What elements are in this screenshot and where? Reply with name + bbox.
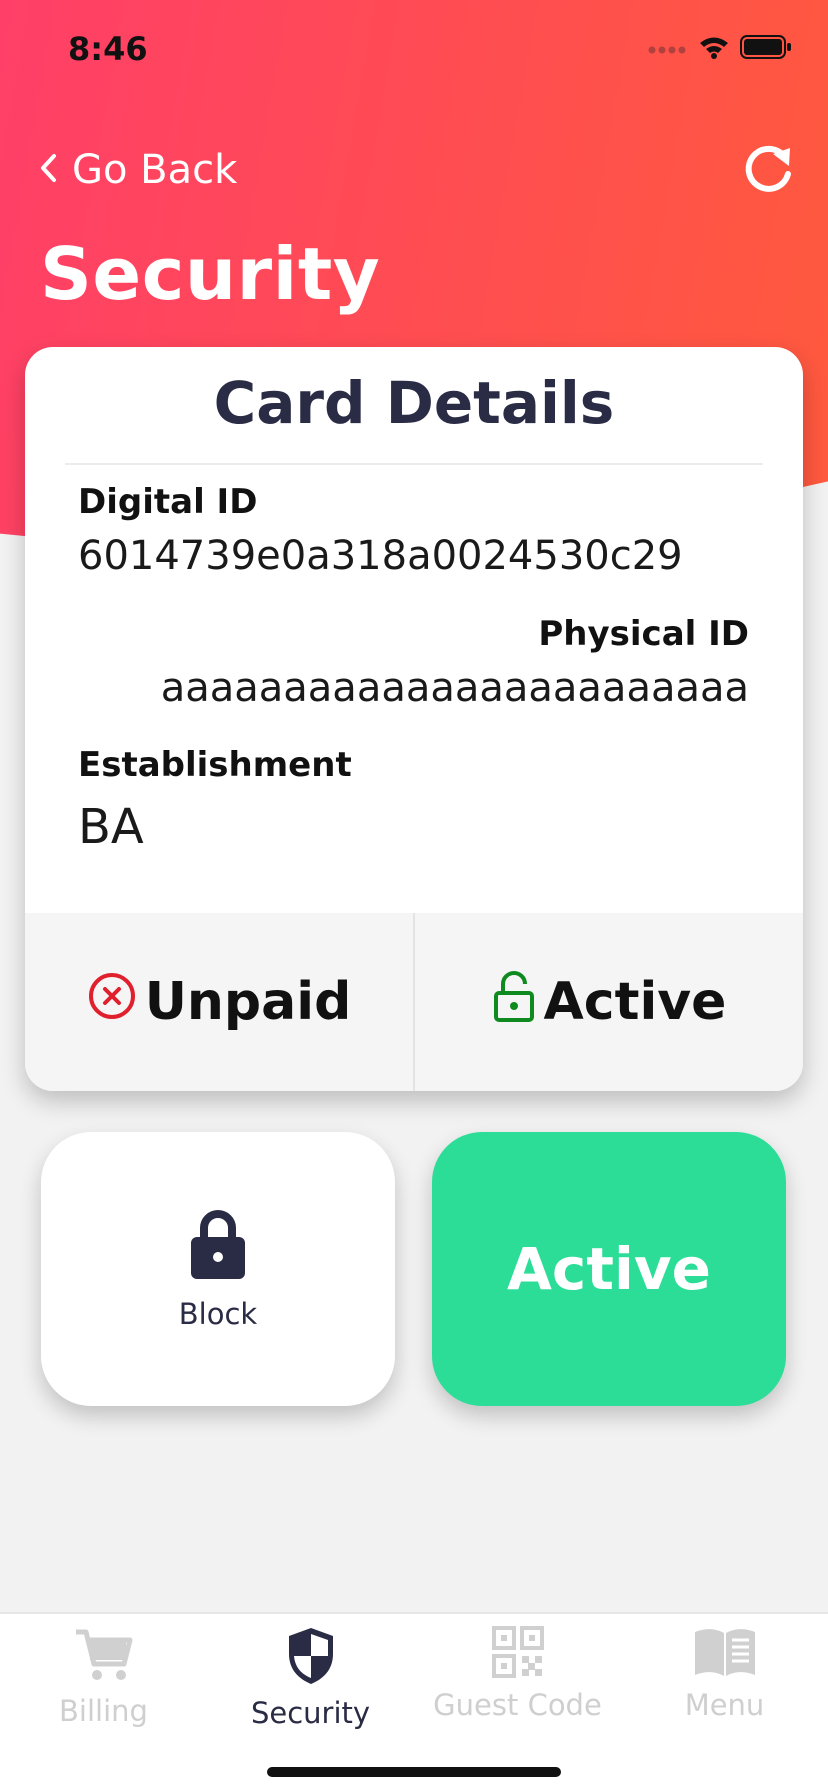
status-time: 8:46 (68, 30, 148, 68)
cart-icon (74, 1626, 134, 1688)
block-button[interactable]: Block (41, 1132, 395, 1406)
go-back-button[interactable]: Go Back (38, 146, 237, 194)
card-status: Active (413, 913, 803, 1091)
status-bar: 8:46 (0, 0, 828, 100)
tab-menu-label: Menu (684, 1688, 765, 1722)
tab-menu[interactable]: Menu (621, 1614, 828, 1792)
lock-icon (189, 1207, 247, 1285)
x-circle-icon (87, 971, 137, 1034)
payment-status: Unpaid (25, 913, 413, 1091)
battery-icon (740, 34, 792, 64)
active-button[interactable]: Active (432, 1132, 786, 1406)
tab-bar: Billing Security Guest Code Menu (0, 1612, 828, 1792)
card-status-footer: Unpaid Active (25, 913, 803, 1091)
tab-guest-code[interactable]: Guest Code (414, 1614, 621, 1792)
shield-icon (285, 1626, 337, 1690)
payment-status-label: Unpaid (144, 972, 352, 1032)
tab-guest-code-label: Guest Code (433, 1688, 602, 1722)
book-icon (693, 1626, 757, 1682)
go-back-label: Go Back (72, 147, 238, 193)
unlock-icon (492, 969, 536, 1036)
chevron-left-icon (38, 153, 58, 187)
signal-icon (648, 40, 688, 59)
active-button-label: Active (506, 1235, 712, 1303)
card-status-label: Active (543, 972, 727, 1032)
page-title: Security (40, 232, 381, 316)
card-divider (65, 463, 763, 465)
physical-id-label: Physical ID (538, 614, 749, 654)
tab-billing-label: Billing (59, 1694, 148, 1728)
digital-id-label: Digital ID (78, 482, 258, 522)
status-icons (648, 34, 792, 64)
tab-billing[interactable]: Billing (0, 1614, 207, 1792)
wifi-icon (698, 35, 730, 63)
establishment-label: Establishment (78, 745, 352, 785)
digital-id-value: 6014739e0a318a0024530c29 (78, 533, 683, 579)
establishment-value: BA (78, 799, 144, 855)
block-label: Block (178, 1297, 258, 1331)
tab-security[interactable]: Security (207, 1614, 414, 1792)
qr-code-icon (491, 1626, 544, 1682)
card-details-panel: Card Details Digital ID 6014739e0a318a00… (25, 347, 803, 1091)
refresh-button[interactable] (740, 142, 796, 198)
physical-id-value: aaaaaaaaaaaaaaaaaaaaaaaa (160, 665, 749, 711)
refresh-icon (740, 145, 796, 202)
home-indicator (267, 1767, 561, 1777)
card-title: Card Details (213, 369, 615, 437)
tab-security-label: Security (250, 1696, 371, 1730)
